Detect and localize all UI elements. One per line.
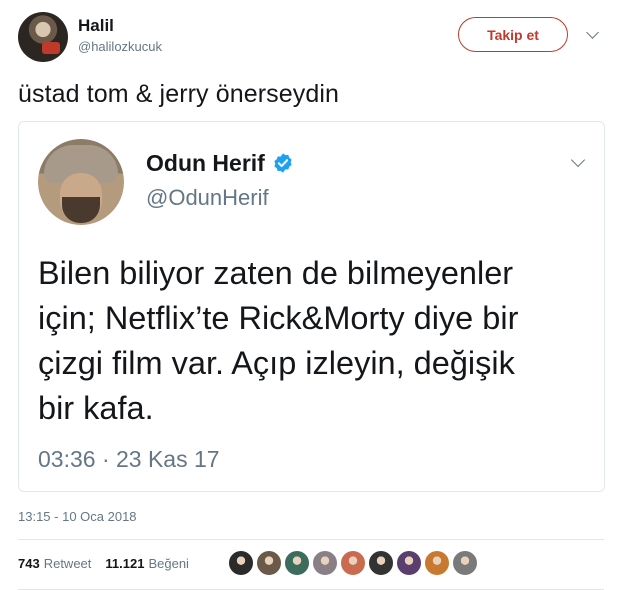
tweet-stats: 743 Retweet 11.121 Beğeni (18, 556, 189, 571)
quoted-options-button[interactable] (569, 152, 587, 169)
quoted-author-name[interactable]: Odun Herif (146, 150, 265, 177)
likers-avatars (228, 550, 478, 576)
quoted-tweet-text: Bilen biliyor zaten de bilmeyenler için;… (38, 251, 586, 431)
verified-badge-icon (274, 153, 292, 173)
liker-avatar[interactable] (312, 550, 338, 576)
author-handle[interactable]: @halilozkucuk (78, 39, 162, 54)
like-label[interactable]: Beğeni (148, 556, 188, 571)
tweet-options-button[interactable] (585, 26, 601, 42)
divider (18, 539, 604, 540)
quoted-author-avatar[interactable] (38, 139, 124, 225)
quoted-author-handle[interactable]: @OdunHerif (146, 185, 269, 211)
quoted-text-line: için; Netflix’te Rick&Morty diye bir (38, 300, 519, 336)
quoted-text-line: Bilen biliyor zaten de bilmeyenler (38, 255, 514, 291)
liker-avatar[interactable] (284, 550, 310, 576)
beard-shape (62, 197, 100, 223)
liker-avatar[interactable] (396, 550, 422, 576)
tweet-timestamp[interactable]: 13:15 - 10 Oca 2018 (18, 509, 137, 524)
retweet-count[interactable]: 743 (18, 556, 40, 571)
follow-button[interactable]: Takip et (458, 17, 568, 52)
liker-avatar[interactable] (228, 550, 254, 576)
tweet-text: üstad tom & jerry önerseydin (18, 80, 340, 108)
liker-avatar[interactable] (368, 550, 394, 576)
liker-avatar[interactable] (452, 550, 478, 576)
author-avatar[interactable] (18, 12, 68, 62)
liker-avatar[interactable] (424, 550, 450, 576)
author-name[interactable]: Halil (78, 16, 114, 36)
chevron-down-icon (586, 26, 599, 39)
chevron-down-icon (570, 152, 586, 168)
retweet-label[interactable]: Retweet (44, 556, 92, 571)
like-count[interactable]: 11.121 (105, 556, 144, 571)
quoted-text-line: bir kafa. (38, 390, 154, 426)
quoted-tweet-time[interactable]: 03:36 · 23 Kas 17 (38, 446, 220, 473)
liker-avatar[interactable] (340, 550, 366, 576)
liker-avatar[interactable] (256, 550, 282, 576)
quoted-text-line: çizgi film var. Açıp izleyin, değişik (38, 345, 515, 381)
